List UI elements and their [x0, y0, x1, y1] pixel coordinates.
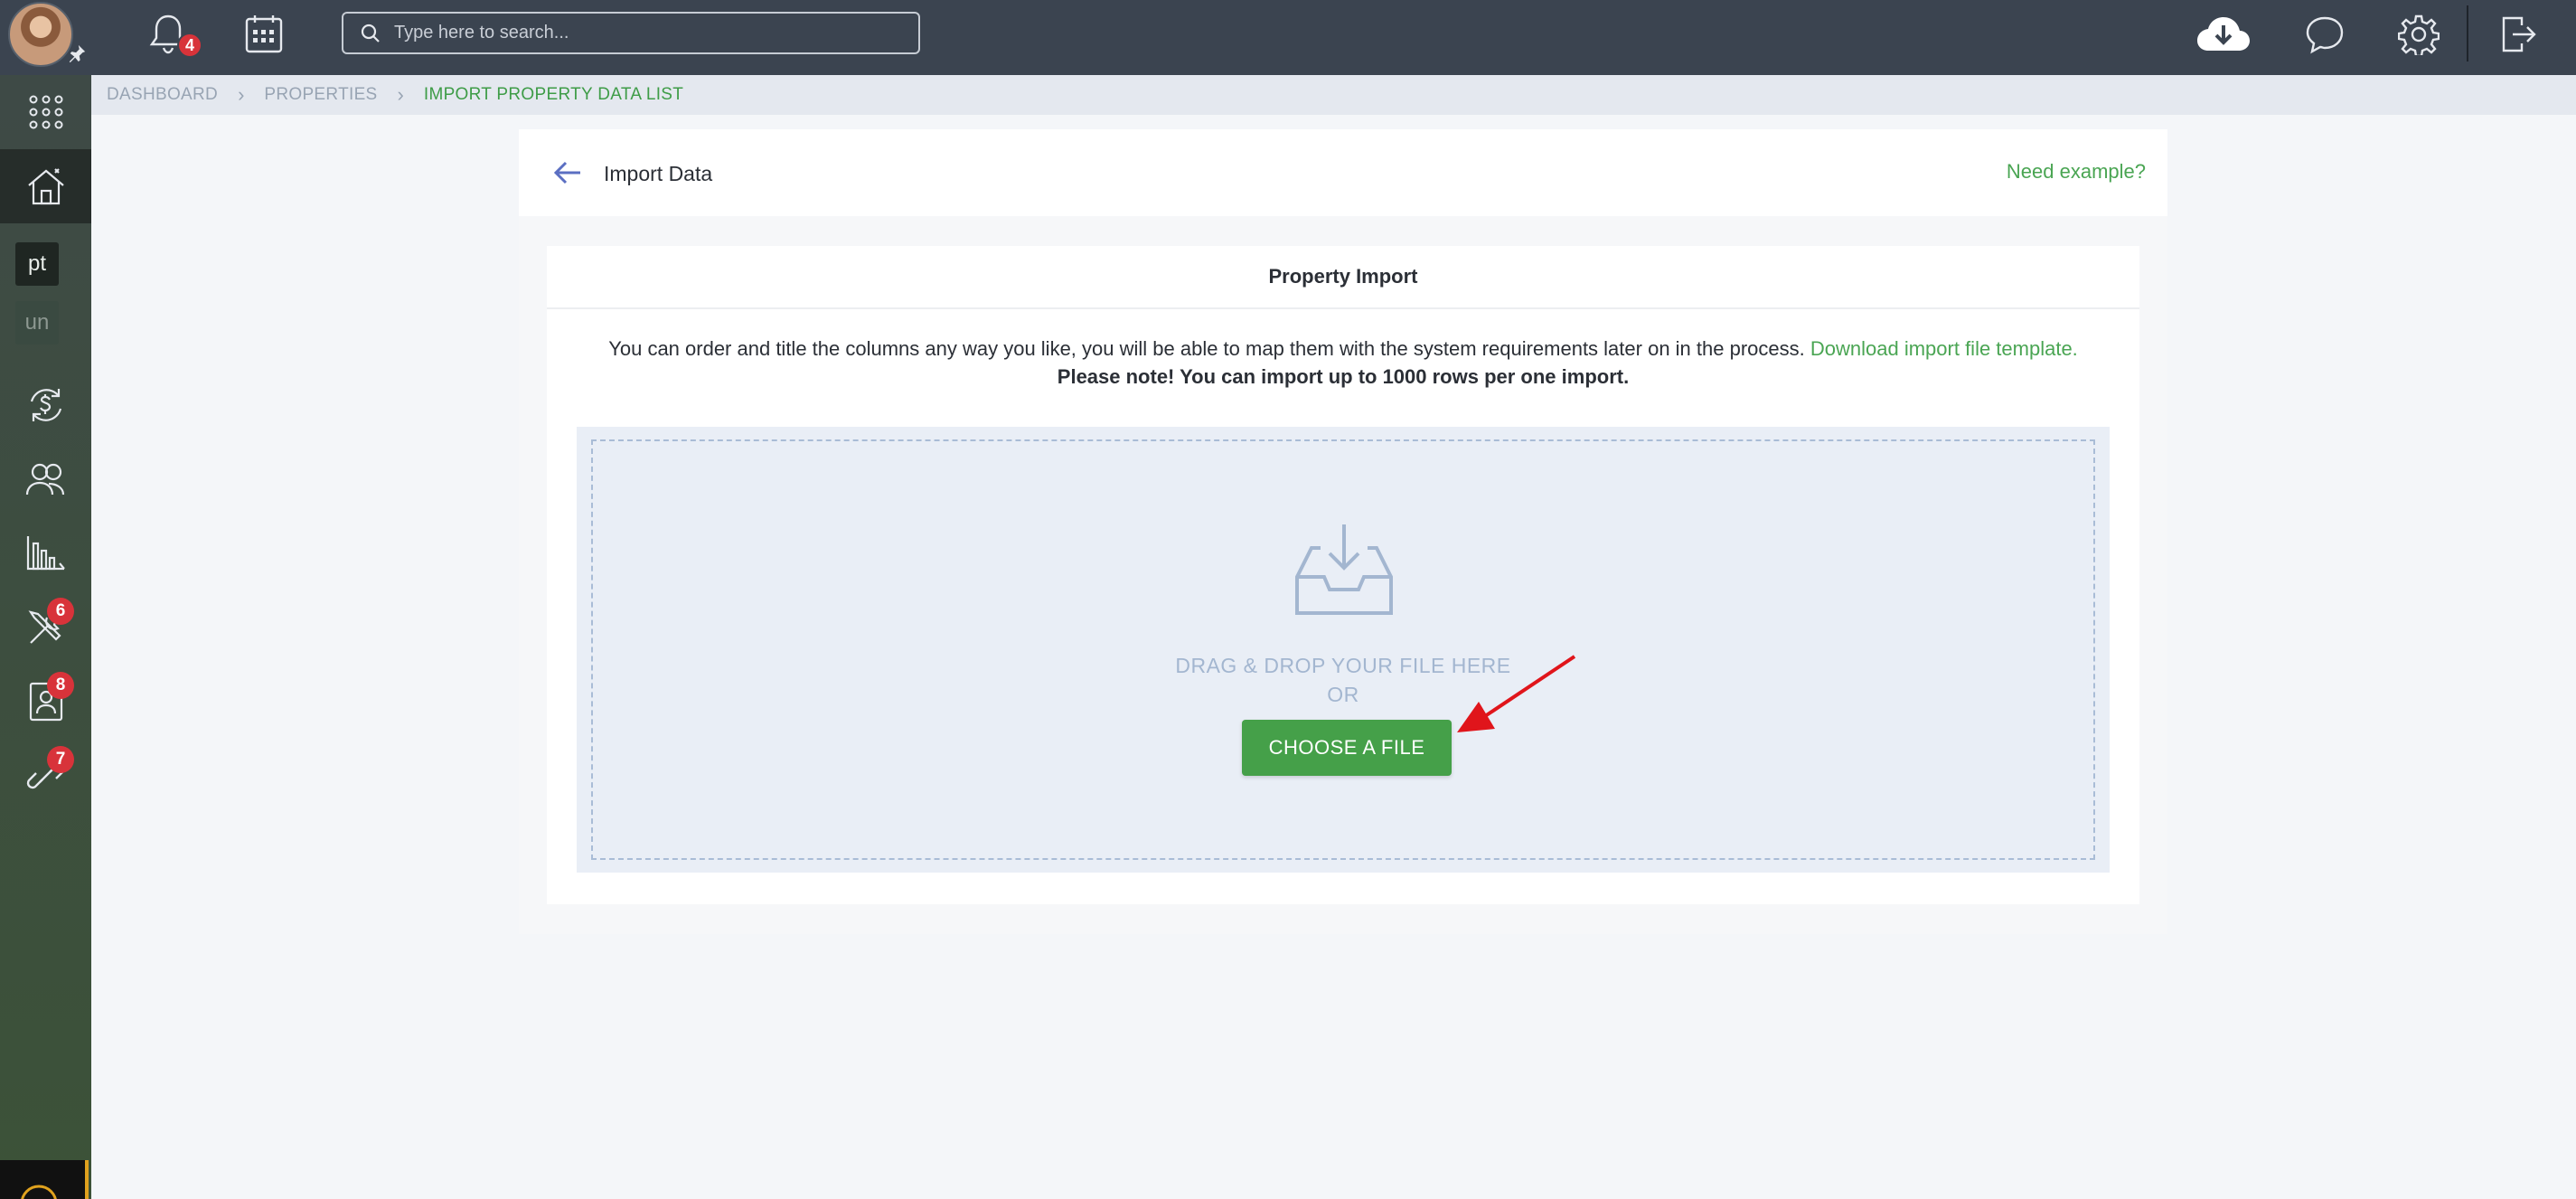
pin-icon[interactable]	[67, 43, 87, 63]
sidebar: pt un 6 8 7	[0, 75, 91, 1199]
sidebar-item-reports[interactable]	[0, 516, 91, 590]
import-panel: Import Data Need example? Property Impor…	[519, 129, 2167, 934]
download-template-link[interactable]: Download import file template.	[1810, 337, 2078, 360]
drag-drop-text: DRAG & DROP YOUR FILE HERE OR	[593, 651, 2093, 709]
breadcrumb-current: IMPORT PROPERTY DATA LIST	[423, 85, 684, 104]
logout-icon	[2502, 16, 2536, 52]
import-limit-note: Please note! You can import up to 1000 r…	[1057, 365, 1630, 388]
dropzone-area[interactable]: DRAG & DROP YOUR FILE HERE OR CHOOSE A F…	[577, 427, 2110, 873]
sidebar-tag-un[interactable]: un	[15, 301, 59, 345]
or-label: OR	[1327, 683, 1359, 706]
dropzone[interactable]: DRAG & DROP YOUR FILE HERE OR CHOOSE A F…	[591, 439, 2095, 860]
sidebar-item-maintenance[interactable]: 6	[0, 590, 91, 665]
choose-file-button[interactable]: CHOOSE A FILE	[1242, 720, 1452, 776]
sidebar-item-integrations[interactable]: 7	[0, 739, 91, 813]
sidebar-item-people[interactable]	[0, 442, 91, 516]
back-arrow-icon[interactable]	[550, 155, 586, 191]
topbar-divider	[2467, 5, 2468, 61]
money-cycle-icon	[30, 389, 61, 421]
sidebar-item-contacts[interactable]: 8	[0, 665, 91, 739]
inbox-tray-icon	[1295, 524, 1393, 615]
top-bar: 4	[0, 0, 2576, 75]
sidebar-item-properties[interactable]	[0, 149, 91, 223]
apps-grid-icon	[29, 95, 62, 129]
card-description: You can order and title the columns any …	[547, 335, 2139, 391]
search-box[interactable]	[342, 12, 920, 54]
calendar-icon	[245, 15, 283, 53]
property-import-card: Property Import You can order and title …	[547, 246, 2139, 904]
sidebar-tag-pt[interactable]: pt	[15, 242, 59, 286]
search-input[interactable]	[394, 23, 900, 43]
drag-drop-label: DRAG & DROP YOUR FILE HERE	[1175, 654, 1511, 677]
headset-icon	[21, 1185, 57, 1199]
house-icon	[27, 168, 64, 205]
card-title: Property Import	[547, 246, 2139, 309]
sidebar-item-payments[interactable]	[0, 368, 91, 442]
need-example-link[interactable]: Need example?	[2007, 160, 2146, 184]
breadcrumb-properties[interactable]: PROPERTIES	[264, 85, 377, 105]
panel-header: Import Data Need example?	[519, 129, 2167, 216]
chevron-right-icon: ›	[238, 83, 245, 106]
notifications-badge: 4	[177, 33, 202, 58]
download-button[interactable]	[2195, 11, 2252, 58]
chat-button[interactable]	[2301, 11, 2348, 58]
cloud-download-icon	[2197, 17, 2250, 51]
tools-badge: 6	[47, 598, 74, 625]
notifications-button[interactable]: 4	[145, 11, 202, 58]
users-icon	[25, 463, 64, 496]
search-icon	[361, 24, 380, 42]
chat-icon	[2306, 16, 2344, 54]
integrations-badge: 7	[47, 746, 74, 773]
support-widget[interactable]	[0, 1160, 89, 1199]
annotation-arrow-icon	[1457, 655, 1576, 732]
contacts-badge: 8	[47, 672, 74, 699]
breadcrumb-dashboard[interactable]: DASHBOARD	[107, 85, 218, 105]
chevron-right-icon: ›	[397, 83, 404, 106]
sidebar-item-apps[interactable]	[0, 75, 91, 149]
user-avatar[interactable]	[8, 2, 73, 67]
description-text: You can order and title the columns any …	[608, 337, 1805, 360]
calendar-button[interactable]	[240, 11, 287, 58]
logout-button[interactable]	[2495, 11, 2542, 58]
settings-button[interactable]	[2395, 11, 2442, 58]
gear-icon	[2398, 14, 2440, 55]
breadcrumb: DASHBOARD › PROPERTIES › IMPORT PROPERTY…	[91, 75, 2576, 115]
bar-chart-icon	[26, 536, 65, 571]
page-title: Import Data	[604, 162, 713, 185]
